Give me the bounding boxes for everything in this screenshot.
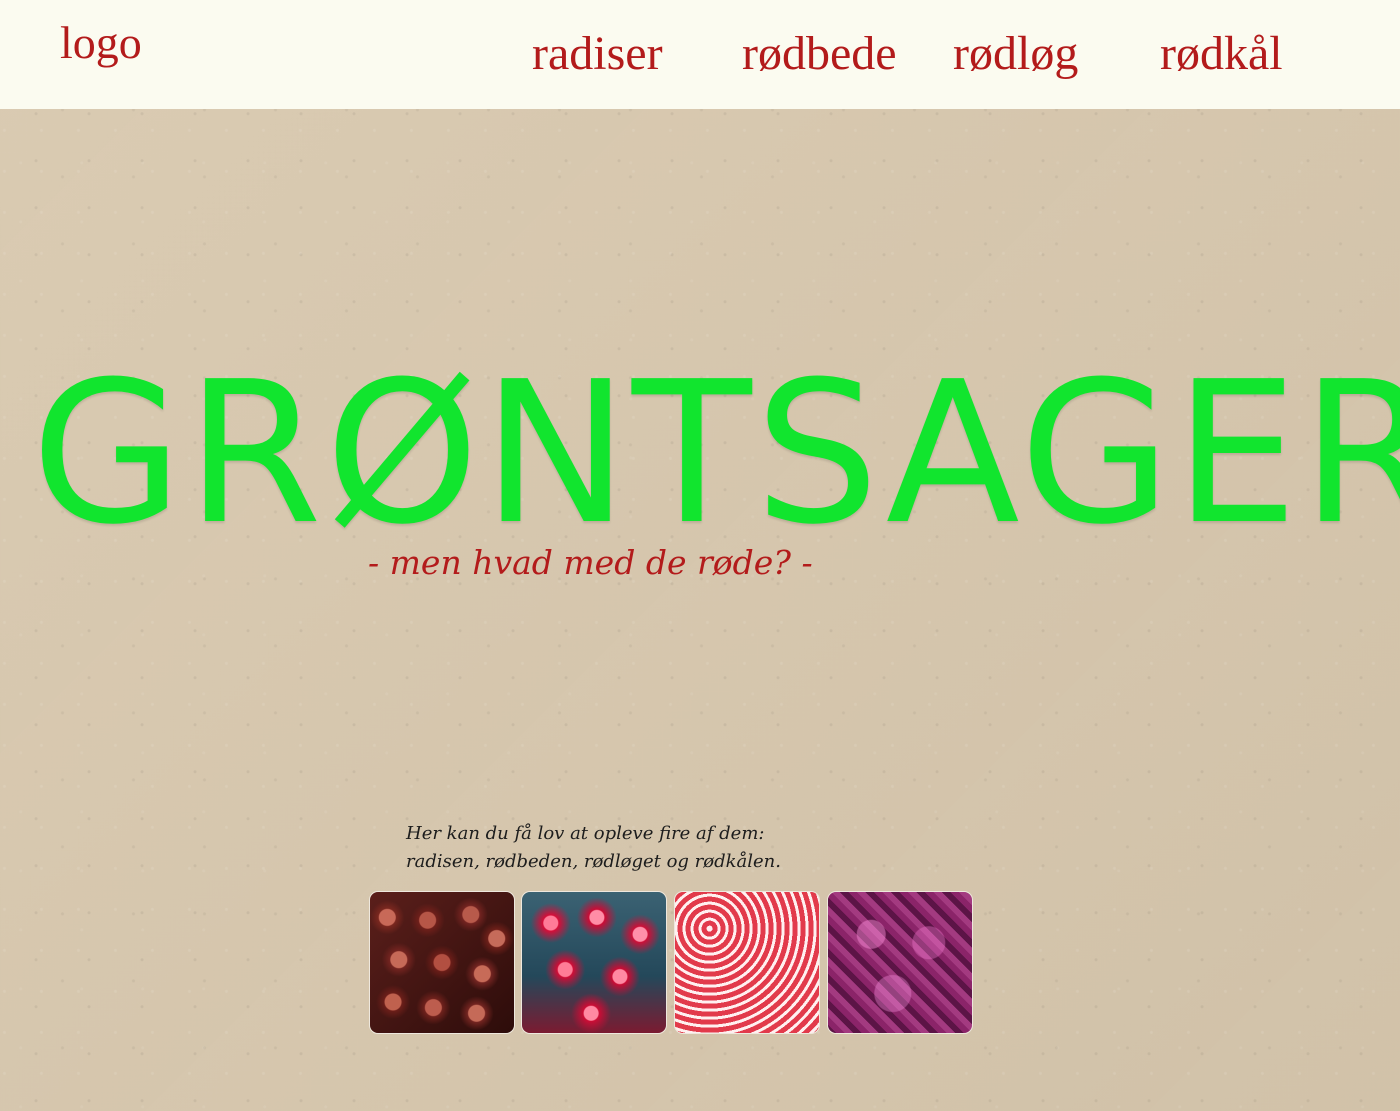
page-subtitle: - men hvad med de røde? -	[368, 543, 813, 582]
vegetable-gallery	[370, 892, 972, 1033]
page-title: GRØNTSAGER	[31, 340, 1400, 568]
nav-link-radiser[interactable]: radiser	[532, 30, 663, 78]
red-onion-image	[370, 892, 514, 1033]
red-kale-image	[828, 892, 972, 1033]
nav-link-rodbede[interactable]: rødbede	[742, 30, 897, 78]
radish-image	[522, 892, 666, 1033]
top-bar: logo radiser rødbede rødløg rødkål	[0, 0, 1400, 109]
nav-link-rodkal[interactable]: rødkål	[1160, 30, 1283, 78]
logo[interactable]: logo	[60, 20, 142, 66]
nav-link-rodlog[interactable]: rødløg	[953, 30, 1078, 78]
beet-slices-image	[675, 892, 819, 1033]
intro-text: Her kan du få lov at opleve fire af dem:…	[406, 823, 781, 872]
